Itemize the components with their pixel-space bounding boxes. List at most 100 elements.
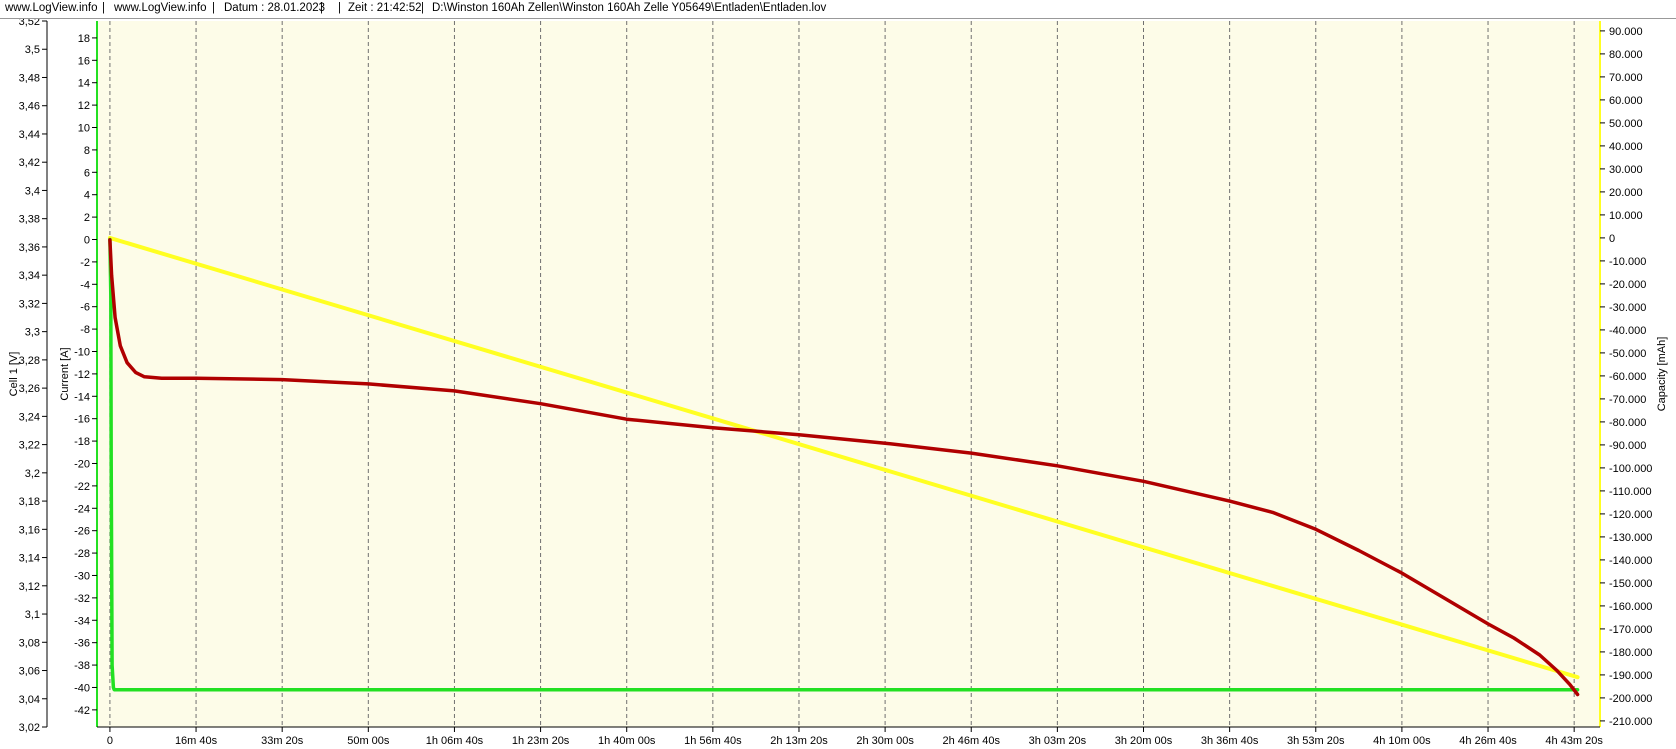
voltage-tick-label: 3,52 — [19, 19, 40, 28]
voltage-tick-label: 3,5 — [25, 44, 40, 56]
voltage-tick-label: 3,04 — [19, 694, 40, 706]
capacity-tick-label: -40.000 — [1609, 325, 1646, 337]
voltage-tick-label: 3,22 — [19, 440, 40, 452]
voltage-tick-label: 3,46 — [19, 101, 40, 113]
current-tick-label: 2 — [84, 212, 90, 224]
capacity-tick-label: -130.000 — [1609, 532, 1652, 544]
x-tick-label: 1h 56m 40s — [684, 735, 742, 747]
current-tick-label: 10 — [78, 123, 90, 135]
capacity-tick-label: -70.000 — [1609, 394, 1646, 406]
capacity-tick-label: -150.000 — [1609, 578, 1652, 590]
current-tick-label: -10 — [74, 346, 90, 358]
current-tick-label: -20 — [74, 458, 90, 470]
current-tick-label: -2 — [80, 257, 90, 269]
current-axis-ticks: 18 16 14 12 10 8 6 4 2 0 -2 -4 -6 -8 -10 -12 -14 -16 -18 -2… — [74, 33, 97, 717]
voltage-tick-label: 3,38 — [19, 214, 40, 226]
current-tick-label: -22 — [74, 481, 90, 493]
current-tick-label: -26 — [74, 526, 90, 538]
current-tick-label: 6 — [84, 167, 90, 179]
capacity-tick-label: -30.000 — [1609, 302, 1646, 314]
voltage-tick-label: 3,2 — [25, 468, 40, 480]
current-tick-label: 14 — [78, 78, 90, 90]
x-tick-label: 2h 30m 00s — [856, 735, 914, 747]
voltage-tick-label: 3,16 — [19, 524, 40, 536]
voltage-tick-label: 3,36 — [19, 242, 40, 254]
x-tick-label: 4h 43m 20s — [1545, 735, 1603, 747]
current-tick-label: -28 — [74, 548, 90, 560]
current-tick-label: 4 — [84, 190, 90, 202]
current-tick-label: -34 — [74, 615, 90, 627]
voltage-tick-label: 3,26 — [19, 383, 40, 395]
voltage-tick-label: 3,48 — [19, 72, 40, 84]
current-tick-label: -32 — [74, 593, 90, 605]
voltage-axis-label: Cell 1 [V] — [8, 352, 20, 397]
capacity-tick-label: 80.000 — [1609, 49, 1643, 61]
capacity-tick-label: -20.000 — [1609, 279, 1646, 291]
capacity-tick-label: -140.000 — [1609, 555, 1652, 567]
capacity-tick-label: 60.000 — [1609, 95, 1643, 107]
capacity-tick-label: -100.000 — [1609, 463, 1652, 475]
capacity-tick-label: 20.000 — [1609, 187, 1643, 199]
voltage-tick-label: 3,42 — [19, 157, 40, 169]
chart-header: www.LogView.info | www.LogView.info | Da… — [0, 0, 1676, 19]
x-tick-label: 1h 40m 00s — [598, 735, 656, 747]
voltage-tick-label: 3,02 — [19, 722, 40, 734]
current-tick-label: -40 — [74, 682, 90, 694]
capacity-tick-label: -80.000 — [1609, 417, 1646, 429]
header-separator: | — [212, 2, 215, 14]
header-site-1: www.LogView.info — [5, 2, 98, 14]
current-tick-label: 0 — [84, 234, 90, 246]
voltage-tick-label: 3,18 — [19, 496, 40, 508]
voltage-tick-label: 3,3 — [25, 327, 40, 339]
header-file-path: D:\Winston 160Ah Zellen\Winston 160Ah Ze… — [432, 2, 827, 14]
voltage-tick-label: 3,28 — [19, 355, 40, 367]
capacity-tick-label: -200.000 — [1609, 693, 1652, 705]
capacity-tick-label: -160.000 — [1609, 601, 1652, 613]
x-tick-label: 2h 13m 20s — [770, 735, 828, 747]
current-tick-label: 16 — [78, 55, 90, 67]
header-separator: | — [421, 2, 424, 14]
x-tick-label: 2h 46m 40s — [942, 735, 1000, 747]
current-tick-label: -8 — [80, 324, 90, 336]
capacity-tick-label: -110.000 — [1609, 486, 1652, 498]
header-separator: | — [338, 2, 341, 14]
current-axis-label: Current [A] — [59, 347, 71, 400]
x-tick-label: 3h 53m 20s — [1287, 735, 1345, 747]
current-tick-label: -38 — [74, 660, 90, 672]
plot-area — [97, 21, 1600, 727]
current-tick-label: -6 — [80, 302, 90, 314]
voltage-tick-label: 3,34 — [19, 270, 40, 282]
capacity-tick-label: 50.000 — [1609, 118, 1643, 130]
current-tick-label: -14 — [74, 391, 90, 403]
capacity-tick-label: -170.000 — [1609, 624, 1652, 636]
header-date: Datum : 28.01.2023 — [224, 2, 326, 14]
current-tick-label: -30 — [74, 570, 90, 582]
capacity-tick-label: 70.000 — [1609, 72, 1643, 84]
capacity-tick-label: -210.000 — [1609, 716, 1652, 728]
current-tick-label: -42 — [74, 705, 90, 717]
x-tick-label: 0 — [107, 735, 113, 747]
header-separator: | — [102, 2, 105, 14]
voltage-tick-label: 3,4 — [25, 185, 40, 197]
voltage-tick-label: 3,12 — [19, 581, 40, 593]
current-tick-label: 18 — [78, 33, 90, 45]
current-tick-label: -16 — [74, 414, 90, 426]
capacity-axis-label: Capacity [mAh] — [1656, 337, 1668, 412]
capacity-tick-label: 30.000 — [1609, 164, 1643, 176]
voltage-tick-label: 3,08 — [19, 637, 40, 649]
current-tick-label: -4 — [80, 279, 90, 291]
x-tick-label: 3h 36m 40s — [1201, 735, 1259, 747]
x-axis-ticks: 0 16m 40s 33m 20s 50m 00s 1h 06m 40s 1h 23m 2… — [107, 727, 1603, 747]
voltage-tick-label: 3,1 — [25, 609, 40, 621]
voltage-axis-ticks: 3,52 3,5 3,48 3,46 3,44 3,42 3,4 3,38 3,36 3,34 3,… — [19, 19, 47, 734]
capacity-tick-label: -50.000 — [1609, 348, 1646, 360]
header-separator: | — [320, 2, 323, 14]
header-time: Zeit : 21:42:52 — [348, 2, 422, 14]
capacity-tick-label: -190.000 — [1609, 670, 1652, 682]
capacity-tick-label: -120.000 — [1609, 509, 1652, 521]
capacity-tick-label: 0 — [1609, 233, 1615, 245]
current-tick-label: 12 — [78, 100, 90, 112]
capacity-axis-ticks: 90.000 80.000 70.000 60.000 50.000 40.000 30.0… — [1600, 26, 1652, 728]
capacity-tick-label: -180.000 — [1609, 647, 1652, 659]
x-tick-label: 4h 10m 00s — [1373, 735, 1431, 747]
